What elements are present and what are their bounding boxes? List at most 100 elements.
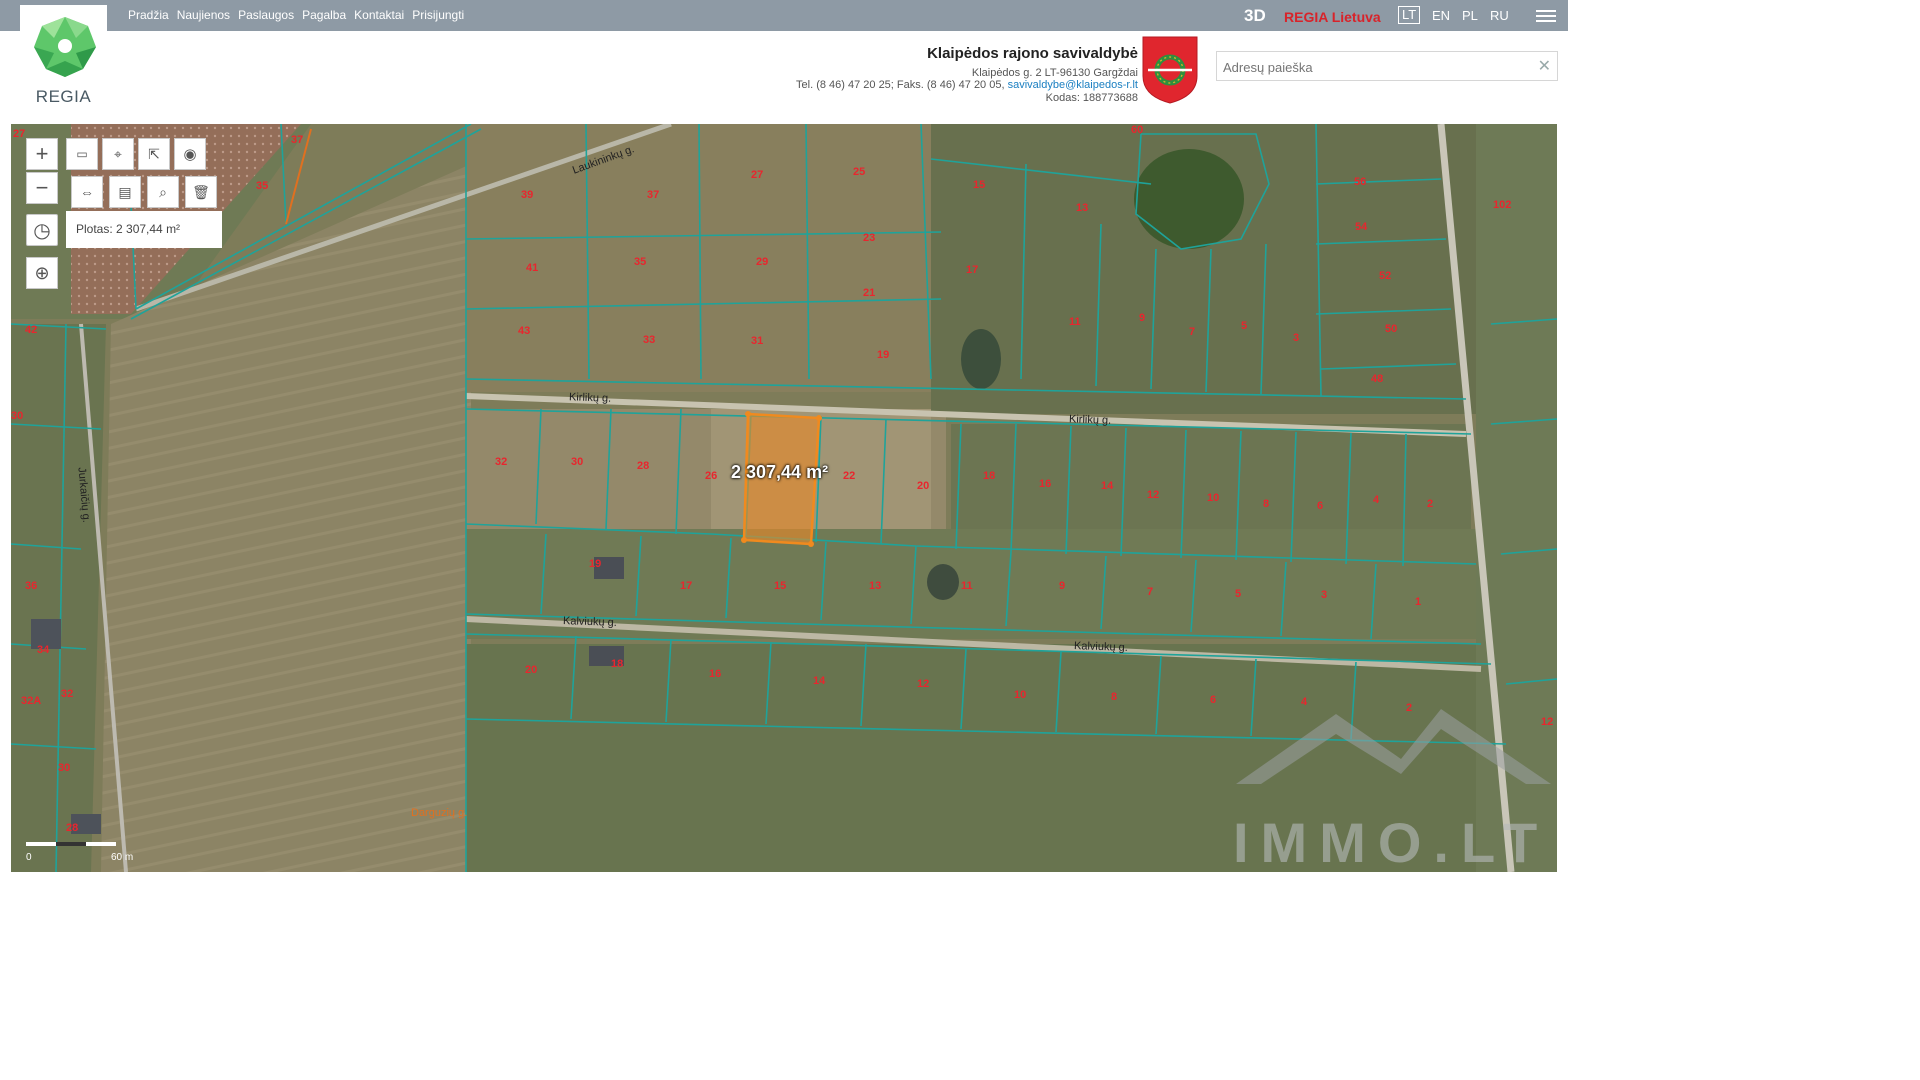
area-info-box: Plotas: 2 307,44 m² [66,211,222,248]
selected-area-label: 2 307,44 m² [731,462,829,482]
brand-label[interactable]: REGIA Lietuva [1284,9,1381,25]
municipality-email-link[interactable]: savivaldybe@klaipedos-r.lt [1008,79,1138,91]
zoom-in-button[interactable]: + [26,138,58,170]
parcel-number: 6 [1317,500,1324,512]
clock-icon: ◷ [33,219,51,242]
nav-help[interactable]: Pagalba [302,8,346,22]
cursor-icon: ⌕ [159,183,167,200]
history-button[interactable]: ◷ [26,214,58,246]
main-nav: Pradžia Naujienos Paslaugos Pagalba Kont… [128,8,464,22]
parcel-number: 52 [1379,270,1392,282]
measure-area-button[interactable]: ▤ [109,176,141,208]
map-pin-icon: ⌖ [114,145,122,162]
parcel-number: 20 [525,664,538,676]
lang-ru[interactable]: RU [1490,8,1509,23]
parcel-number: 18 [983,470,996,482]
parcel-number: 2 [1427,498,1434,510]
scale-zero-label: 0 [26,852,32,863]
logo-text: REGIA [35,87,92,106]
parcel-number: 5 [1235,588,1242,600]
parcel-number: 19 [877,349,890,361]
nav-login[interactable]: Prisijungti [412,8,464,22]
lang-en[interactable]: EN [1432,8,1450,23]
hamburger-menu-icon[interactable] [1536,7,1556,23]
share-button[interactable]: ⇱ [138,138,170,170]
parcel-number: 29 [756,256,769,268]
parcel-number: 102 [1493,199,1512,211]
nav-contacts[interactable]: Kontaktai [354,8,404,22]
street-label: Darguzių g. [411,807,468,819]
lang-pl[interactable]: PL [1462,8,1478,23]
municipality-phone: Tel. (8 46) 47 20 25; Faks. (8 46) 47 20… [796,79,1008,91]
marker-button[interactable]: ⌖ [102,138,134,170]
clear-search-icon[interactable]: ✕ [1538,56,1551,76]
parcel-number: 18 [611,658,624,670]
select-parcel-button[interactable]: ⌕ [147,176,179,208]
parcel-number: 21 [863,287,876,299]
target-icon: ◉ [183,146,197,163]
parcel-number: 14 [1101,480,1114,492]
locate-button[interactable]: ⊕ [26,257,58,289]
parcel-number: 27 [13,128,26,140]
address-search: ✕ [1216,51,1558,81]
map-view[interactable]: IMMO.LT Laukininkų g. Kirlikų g. Kirlikų… [11,124,1557,872]
crosshair-icon: ⊕ [34,262,50,283]
parcel-number: 15 [774,580,787,592]
ruler-icon: ▭ [76,147,88,161]
parcel-number: 7 [1147,586,1154,598]
area-icon: ▤ [118,183,132,200]
nav-home[interactable]: Pradžia [128,8,169,22]
municipality-address: Klaipėdos g. 2 LT-96130 Gargždai [971,66,1138,79]
parcel-number: 32 [61,688,74,700]
plus-icon: + [35,141,49,166]
parcel-number: 1 [1415,596,1422,608]
parcel-number: 42 [25,324,38,336]
trash-icon: 🗑 [192,183,210,200]
zoom-out-button[interactable]: − [26,172,58,204]
parcel-number: 9 [1139,312,1146,324]
parcel-number: 28 [637,460,650,472]
street-label: Kirlikų g. [1068,413,1112,427]
parcel-number: 4 [1301,696,1308,708]
delete-button[interactable]: 🗑 [185,176,217,208]
street-label: Kirlikų g. [568,391,612,405]
parcel-number: 12 [1541,716,1554,728]
parcel-number: 34 [37,644,50,656]
parcel-number: 22 [843,470,856,482]
parcel-number: 8 [1111,691,1118,703]
parcel-number: 30 [58,762,71,774]
parcel-number: 16 [709,668,722,680]
target-button[interactable]: ◉ [174,138,206,170]
parcel-number: 4 [1373,494,1380,506]
parcel-number: 6 [1210,694,1217,706]
parcel-number: 54 [1355,221,1368,233]
parcel-number: 48 [1371,373,1384,385]
nav-services[interactable]: Paslaugos [238,8,294,22]
parcel-number: 14 [813,675,826,687]
nav-news[interactable]: Naujienos [177,8,230,22]
measure-distance-button[interactable]: ⇔ [71,176,103,208]
parcel-number: 39 [521,189,534,201]
share-icon: ⇱ [148,145,160,162]
map-imagery: IMMO.LT [11,124,1557,872]
parcel-number: 9 [1059,580,1066,592]
parcel-number: 31 [751,335,764,347]
parcel-number: 13 [869,580,882,592]
regia-logo[interactable]: REGIA [20,5,107,120]
distance-icon: ⇔ [80,184,94,200]
parcel-number: 35 [256,180,269,192]
parcel-number: 33 [643,334,656,346]
address-search-input[interactable] [1221,53,1525,81]
minus-icon: − [35,175,49,200]
parcel-number: 37 [291,134,304,146]
regia-logo-icon [34,17,96,77]
parcel-number: 5 [1241,320,1248,332]
street-label: Kalviukų g. [1073,640,1129,654]
3d-button[interactable]: 3D [1244,6,1266,26]
parcel-number: 3 [1321,589,1328,601]
parcel-number: 19 [589,558,602,570]
parcel-number: 10 [1014,689,1027,701]
lang-lt[interactable]: LT [1398,6,1421,24]
parcel-number: 25 [853,166,866,178]
measure-ruler-button[interactable]: ▭ [66,138,98,170]
